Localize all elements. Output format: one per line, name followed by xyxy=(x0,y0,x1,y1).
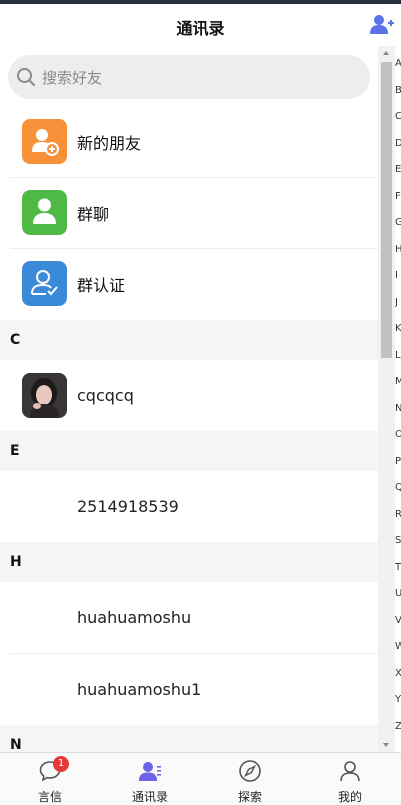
index-letter[interactable]: A xyxy=(395,58,401,70)
group-chat-item[interactable]: 群聊 xyxy=(0,178,378,249)
contacts-icon xyxy=(139,762,161,781)
group-chat-icon xyxy=(22,190,67,235)
contact-name: huahuamoshu xyxy=(77,608,192,627)
index-letter[interactable]: D xyxy=(395,138,401,150)
index-letter[interactable]: L xyxy=(395,350,401,362)
section-letter: C xyxy=(10,332,21,348)
bottom-tab-bar: 1 言信 通讯录 探索 我的 xyxy=(0,752,401,805)
contact-name: cqcqcq xyxy=(77,386,134,405)
index-letter[interactable]: Z xyxy=(395,721,401,733)
contact-item[interactable]: 2514918539 xyxy=(0,471,378,542)
index-letter[interactable]: V xyxy=(395,615,401,627)
index-letter[interactable]: U xyxy=(395,588,401,600)
tab-label: 探索 xyxy=(237,790,262,804)
index-letter[interactable]: G xyxy=(395,217,401,229)
index-letter[interactable]: B xyxy=(395,85,401,97)
scroll-up-arrow-icon[interactable] xyxy=(383,51,389,55)
contact-item[interactable]: cqcqcq xyxy=(0,360,378,431)
search-input[interactable]: 搜索好友 xyxy=(8,55,370,99)
tab-label: 通讯录 xyxy=(131,790,168,804)
section-letter: H xyxy=(10,554,22,570)
index-letter[interactable]: J xyxy=(395,297,401,309)
section-header: E xyxy=(0,431,378,471)
contact-item[interactable]: huahuamoshu1 xyxy=(0,654,378,725)
tab-profile[interactable]: 我的 xyxy=(300,753,400,805)
page-header: 通讯录 xyxy=(0,4,401,46)
index-letter[interactable]: K xyxy=(395,323,401,335)
contact-name: 2514918539 xyxy=(77,497,179,516)
index-letter[interactable]: N xyxy=(395,403,401,415)
tab-explore[interactable]: 探索 xyxy=(200,753,300,805)
contacts-list[interactable]: 搜索好友 新的朋友 群聊 群认证 C cqcqcq E 2514918539 H… xyxy=(0,46,378,752)
section-header: H xyxy=(0,542,378,582)
page-title: 通讯录 xyxy=(176,19,225,38)
section-letter: N xyxy=(10,737,22,752)
tab-contacts[interactable]: 通讯录 xyxy=(100,753,200,805)
index-letter[interactable]: Y xyxy=(395,694,401,706)
unread-badge: 1 xyxy=(53,756,69,772)
index-letter[interactable]: E xyxy=(395,164,401,176)
index-letter[interactable]: S xyxy=(395,535,401,547)
tab-label: 我的 xyxy=(337,790,362,804)
index-letter[interactable]: W xyxy=(395,641,401,653)
alphabet-index[interactable]: A B C D E F G H I J K L M N O P Q R S T U V W X Y Z xyxy=(395,46,401,752)
feature-label: 群认证 xyxy=(77,276,126,295)
section-header: N xyxy=(0,725,378,752)
new-friend-icon xyxy=(22,119,67,164)
compass-icon xyxy=(239,760,261,782)
group-verify-item[interactable]: 群认证 xyxy=(0,249,378,320)
index-letter[interactable]: Q xyxy=(395,482,401,494)
index-letter[interactable]: P xyxy=(395,456,401,468)
index-letter[interactable]: M xyxy=(395,376,401,388)
tab-label: 言信 xyxy=(37,790,62,804)
index-letter[interactable]: R xyxy=(395,509,401,521)
search-icon xyxy=(17,68,35,86)
avatar xyxy=(22,373,67,418)
add-contact-icon[interactable] xyxy=(369,12,395,38)
scrollbar-thumb[interactable] xyxy=(381,62,392,358)
feature-label: 新的朋友 xyxy=(77,134,142,153)
group-verify-icon xyxy=(22,261,67,306)
contact-item[interactable]: huahuamoshu xyxy=(0,582,378,653)
contact-name: huahuamoshu1 xyxy=(77,680,202,699)
scroll-down-arrow-icon[interactable] xyxy=(383,743,389,747)
tab-messages[interactable]: 1 言信 xyxy=(0,753,100,805)
index-letter[interactable]: C xyxy=(395,111,401,123)
index-letter[interactable]: F xyxy=(395,191,401,203)
index-letter[interactable]: I xyxy=(395,270,401,282)
section-header: C xyxy=(0,320,378,360)
index-letter[interactable]: H xyxy=(395,244,401,256)
index-letter[interactable]: O xyxy=(395,429,401,441)
scrollbar[interactable] xyxy=(378,46,395,752)
index-letter[interactable]: T xyxy=(395,562,401,574)
index-letter[interactable]: X xyxy=(395,668,401,680)
new-friends-item[interactable]: 新的朋友 xyxy=(0,107,378,178)
search-placeholder: 搜索好友 xyxy=(42,69,103,87)
profile-icon xyxy=(340,761,360,782)
feature-label: 群聊 xyxy=(77,205,110,224)
section-letter: E xyxy=(10,443,20,459)
